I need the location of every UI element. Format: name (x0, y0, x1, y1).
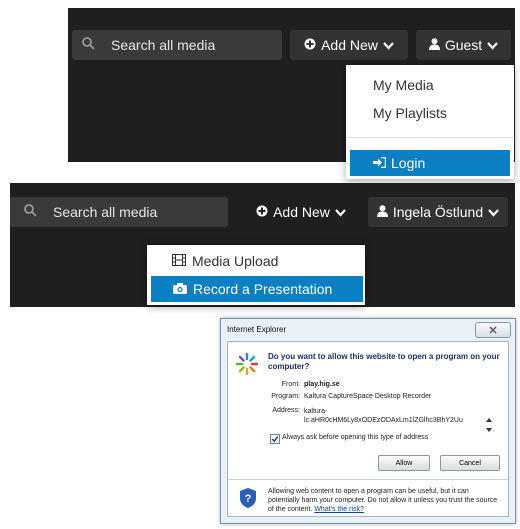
close-icon[interactable] (475, 322, 511, 338)
address-label: Address: (272, 407, 300, 414)
from-label: From: (281, 381, 300, 388)
login-icon (373, 155, 387, 171)
add-new-label: Add New (273, 204, 330, 220)
svg-text:?: ? (245, 493, 252, 505)
shield-icon: ? (240, 488, 256, 513)
add-new-label: Add New (321, 37, 378, 53)
chevron-down-icon (487, 37, 498, 53)
film-icon (172, 253, 186, 269)
menu-item-record-presentation[interactable]: Record a Presentation (151, 276, 363, 302)
program-value: Kaltura CaptureSpace Desktop Recorder (304, 393, 432, 400)
dialog-question: Do you want to allow this website to ope… (268, 352, 500, 371)
address-scrollbar[interactable] (484, 406, 494, 432)
guest-dropdown-menu: My Media My Playlists Login (346, 65, 514, 179)
user-label: Ingela Östlund (392, 204, 484, 220)
user-menu-button[interactable]: Guest (416, 30, 511, 60)
plus-circle-icon (256, 204, 268, 220)
user-icon (376, 204, 388, 220)
guest-navbar-panel: Search all media Add New Guest My Media … (68, 8, 515, 179)
cancel-button[interactable]: Cancel (440, 455, 500, 471)
allow-button[interactable]: Allow (378, 455, 430, 471)
dialog-title: Internet Explorer (227, 324, 287, 334)
search-input[interactable]: Search all media (72, 30, 282, 60)
ie-dialog: Internet Explorer Do you want to allow t… (220, 318, 516, 524)
search-placeholder: Search all media (111, 37, 216, 53)
user-icon (428, 37, 440, 53)
add-new-button[interactable]: Add New (290, 30, 408, 60)
program-label: Program: (271, 393, 300, 400)
chevron-down-icon (335, 204, 346, 220)
menu-item-login[interactable]: Login (350, 150, 510, 176)
address-line-2: lc:aHR0cHM6Ly8xODEzODAxLm1lZGlhc3BhY2Uu (304, 417, 463, 424)
media-upload-label: Media Upload (192, 253, 279, 269)
warning-text: Allowing web content to open a program c… (268, 487, 498, 514)
plus-circle-icon (304, 37, 316, 53)
menu-item-my-media[interactable]: My Media (373, 77, 434, 93)
camera-icon (173, 281, 187, 297)
dialog-divider (228, 479, 508, 480)
menu-item-media-upload[interactable]: Media Upload (172, 253, 278, 269)
whats-the-risk-link[interactable]: What's the risk? (314, 506, 364, 513)
record-presentation-label: Record a Presentation (193, 281, 333, 297)
dialog-body: Do you want to allow this website to ope… (227, 341, 509, 517)
menu-divider (346, 137, 514, 138)
always-ask-checkbox[interactable] (270, 434, 280, 444)
menu-item-my-playlists[interactable]: My Playlists (373, 105, 447, 121)
user-navbar-panel: Search all media Add New Ingela Östlund … (10, 183, 515, 307)
add-new-dropdown-menu: Media Upload Record a Presentation (147, 245, 365, 305)
program-sunburst-icon (235, 352, 259, 380)
address-line-1: kaltura- (304, 408, 328, 415)
login-label: Login (391, 155, 426, 171)
address-value[interactable]: kaltura- lc:aHR0cHM6Ly8xODEzODAxLm1lZGlh… (304, 407, 480, 425)
user-menu-button[interactable]: Ingela Östlund (368, 197, 508, 227)
chevron-down-icon (383, 37, 394, 53)
always-ask-label: Always ask before opening this type of a… (282, 434, 429, 441)
search-input[interactable]: Search all media (10, 197, 228, 227)
from-value: play.hig.se (304, 381, 340, 388)
user-label: Guest (444, 37, 483, 53)
scroll-down-icon[interactable] (486, 419, 492, 437)
search-icon (82, 37, 95, 53)
search-placeholder: Search all media (53, 204, 158, 220)
add-new-button[interactable]: Add New (242, 197, 360, 227)
warning-body: Allowing web content to open a program c… (268, 488, 498, 513)
chevron-down-icon (488, 204, 499, 220)
search-icon (24, 204, 37, 220)
